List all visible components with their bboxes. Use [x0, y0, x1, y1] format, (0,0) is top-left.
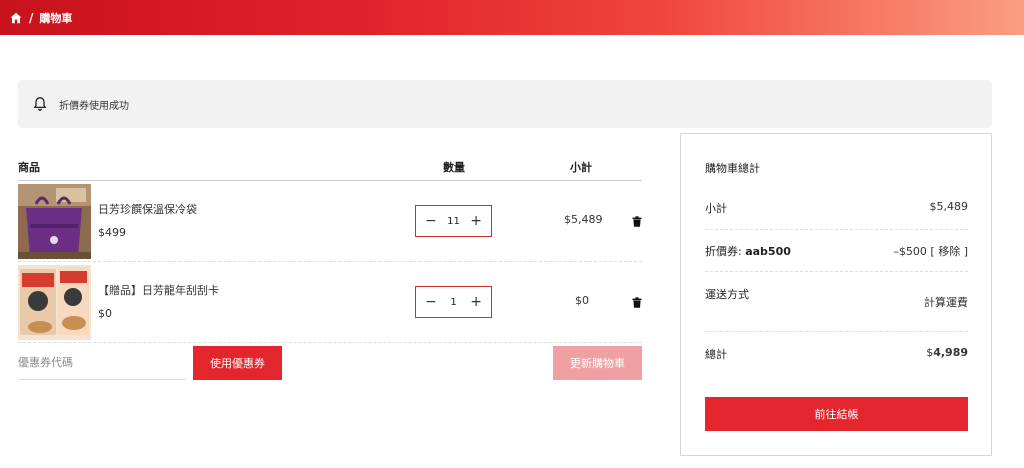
- total-value: $4,989: [926, 346, 968, 359]
- home-icon[interactable]: [10, 12, 22, 24]
- totals-row-shipping: 運送方式 計算運費: [705, 272, 968, 332]
- coupon-discount: –$500 [ 移除 ]: [893, 243, 968, 259]
- totals-row-subtotal: 小計 $5,489: [705, 194, 968, 230]
- product-image[interactable]: [18, 265, 91, 340]
- breadcrumb-current: 購物車: [39, 11, 73, 25]
- header-subtotal: 小計: [570, 161, 592, 174]
- quantity-value[interactable]: 11: [447, 216, 460, 227]
- quantity-stepper: − 1 +: [415, 286, 492, 318]
- coupon-label: 折價券: aab500: [705, 243, 791, 259]
- decrease-button[interactable]: −: [425, 214, 437, 228]
- product-image[interactable]: [18, 184, 91, 259]
- totals-row-coupon: 折價券: aab500 –$500 [ 移除 ]: [705, 230, 968, 272]
- product-name[interactable]: 日芳珍饌保溫保冷袋: [98, 201, 197, 217]
- subtotal-value: $5,489: [929, 200, 969, 213]
- decrease-button[interactable]: −: [425, 295, 437, 309]
- coupon-discount-value: –$500: [893, 245, 927, 258]
- quantity-value[interactable]: 1: [450, 297, 456, 308]
- product-price: $0: [98, 307, 112, 320]
- item-subtotal: $0: [575, 294, 589, 307]
- success-notice: 折價券使用成功: [18, 80, 992, 128]
- top-bar: / 購物車: [0, 0, 1024, 35]
- notice-message: 折價券使用成功: [59, 100, 129, 112]
- breadcrumb-separator: /: [29, 10, 34, 25]
- coupon-bar: 使用優惠券 更新購物車: [18, 346, 642, 382]
- shipping-label: 運送方式: [705, 288, 749, 301]
- product-price: $499: [98, 226, 126, 239]
- trash-icon[interactable]: [632, 216, 642, 227]
- header-quantity: 數量: [443, 161, 465, 174]
- cart-item-row: 【贈品】日芳龍年刮刮卡 $0 − 1 + $0: [18, 262, 642, 343]
- cart-item-row: 日芳珍饌保溫保冷袋 $499 − 11 + $5,489: [18, 181, 642, 262]
- coupon-code: aab500: [745, 245, 791, 258]
- checkout-button[interactable]: 前往結帳: [705, 397, 968, 431]
- cart-table: 商品 數量 小計 日芳珍饌保溫保冷袋 $499 − 11 + $5,489 【贈…: [18, 150, 642, 380]
- totals-row-total: 總計 $4,989: [705, 332, 968, 372]
- cart-totals-panel: 購物車總計 小計 $5,489 折價券: aab500 –$500 [ 移除 ]…: [680, 133, 992, 456]
- coupon-code-input[interactable]: [18, 346, 186, 380]
- coupon-label-prefix: 折價券:: [705, 245, 746, 258]
- trash-icon[interactable]: [632, 297, 642, 308]
- item-subtotal: $5,489: [564, 213, 603, 226]
- header-product: 商品: [18, 161, 40, 174]
- quantity-stepper: − 11 +: [415, 205, 492, 237]
- subtotal-label: 小計: [705, 202, 727, 215]
- total-label: 總計: [705, 348, 727, 361]
- shipping-value[interactable]: 計算運費: [924, 294, 968, 310]
- cart-totals-title: 購物車總計: [705, 162, 760, 175]
- product-name[interactable]: 【贈品】日芳龍年刮刮卡: [98, 282, 219, 298]
- apply-coupon-button[interactable]: 使用優惠券: [193, 346, 282, 380]
- increase-button[interactable]: +: [470, 214, 482, 228]
- bell-icon: [32, 96, 48, 112]
- total-amount: 4,989: [933, 346, 968, 359]
- remove-coupon-link[interactable]: [ 移除 ]: [930, 245, 968, 258]
- update-cart-button[interactable]: 更新購物車: [553, 346, 642, 380]
- increase-button[interactable]: +: [470, 295, 482, 309]
- cart-table-header: 商品 數量 小計: [18, 150, 642, 181]
